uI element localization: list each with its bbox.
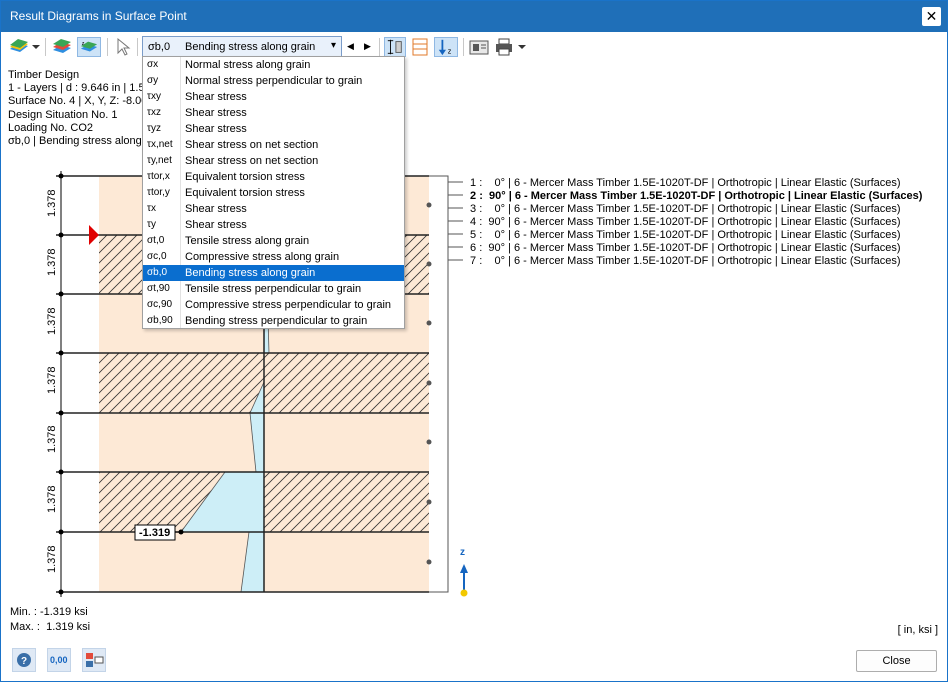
dropdown-item[interactable]: τyz Shear stress: [143, 121, 404, 137]
legend-item: 1 : 0° | 6 - Mercer Mass Timber 1.5E-102…: [467, 177, 901, 189]
item-symbol: τtor,y: [147, 187, 170, 198]
legend-item: 7 : 0° | 6 - Mercer Mass Timber 1.5E-102…: [467, 255, 901, 267]
z-axis-indicator: z: [460, 547, 468, 597]
item-symbol: σx: [147, 59, 159, 70]
item-symbol: τx,net: [147, 139, 173, 150]
dimension-label: 1.378: [46, 545, 58, 573]
dropdown-item[interactable]: σc,0 Compressive stress along grain: [143, 249, 404, 265]
max-label: Max. :: [10, 621, 40, 633]
dropdown-item[interactable]: σc,90 Compressive stress perpendicular to…: [143, 297, 404, 313]
dimension-label: 1.378: [46, 485, 58, 513]
item-symbol: σb,90: [147, 315, 173, 326]
dropdown-item[interactable]: τxy Shear stress: [143, 89, 404, 105]
dimension-label: 1.378: [46, 425, 58, 453]
item-label: Tensile stress along grain: [185, 235, 310, 247]
svg-text:z: z: [460, 547, 465, 558]
units-label: [ in, ksi ]: [897, 624, 938, 636]
decimal-places-button[interactable]: 0,00: [47, 648, 71, 672]
item-symbol: σc,90: [147, 299, 173, 310]
item-symbol: τx: [147, 203, 156, 214]
dropdown-item[interactable]: τxz Shear stress: [143, 105, 404, 121]
item-symbol: σb,0: [147, 267, 168, 278]
item-label: Bending stress along grain: [185, 267, 316, 279]
dropdown-item[interactable]: τx,net Shear stress on net section: [143, 137, 404, 153]
dropdown-item[interactable]: τy,net Shear stress on net section: [143, 153, 404, 169]
item-label: Shear stress: [185, 123, 247, 135]
legend-item: 3 : 0° | 6 - Mercer Mass Timber 1.5E-102…: [467, 203, 901, 215]
dropdown-item[interactable]: σt,90 Tensile stress perpendicular to gra…: [143, 281, 404, 297]
item-label: Tensile stress perpendicular to grain: [185, 283, 362, 295]
help-button[interactable]: ?: [12, 648, 36, 672]
dimension-label: 1.378: [46, 189, 58, 217]
dropdown-item-selected[interactable]: σb,0 Bending stress along grain: [143, 265, 404, 281]
settings-button[interactable]: [82, 648, 106, 672]
dimension-label: 1.378: [46, 248, 58, 276]
item-label: Shear stress: [185, 219, 247, 231]
help-icon: ?: [17, 653, 31, 667]
position-marker-icon: [89, 225, 99, 245]
item-symbol: τyz: [147, 123, 161, 134]
legend-item: 4 : 90° | 6 - Mercer Mass Timber 1.5E-10…: [467, 216, 901, 228]
legend-item-current: 2 : 90° | 6 - Mercer Mass Timber 1.5E-10…: [467, 190, 923, 202]
item-label: Compressive stress perpendicular to grai…: [185, 299, 392, 311]
legend-bracket: [429, 175, 463, 593]
item-label: Normal stress along grain: [185, 59, 311, 71]
max-value: 1.319 ksi: [46, 621, 91, 633]
item-label: Shear stress: [185, 91, 247, 103]
item-label: Compressive stress along grain: [185, 251, 340, 263]
item-label: Shear stress on net section: [185, 155, 319, 167]
item-label: Bending stress perpendicular to grain: [185, 315, 368, 327]
item-symbol: τtor,x: [147, 171, 170, 182]
dimension-label: 1.378: [46, 307, 58, 335]
item-label: Normal stress perpendicular to grain: [185, 75, 363, 87]
result-type-dropdown: σx Normal stress along grain σy Normal str…: [142, 56, 405, 329]
item-symbol: σc,0: [147, 251, 167, 262]
item-label: Equivalent torsion stress: [185, 171, 305, 183]
dropdown-item[interactable]: σt,0 Tensile stress along grain: [143, 233, 404, 249]
item-label: Shear stress: [185, 107, 247, 119]
dialog-window: Result Diagrams in Surface Point ✕ z σb,…: [0, 0, 948, 682]
item-label: Shear stress: [185, 203, 247, 215]
dropdown-item[interactable]: σy Normal stress perpendicular to grain: [143, 73, 404, 89]
item-label: Equivalent torsion stress: [185, 187, 305, 199]
view-settings-icon: [86, 653, 104, 667]
item-symbol: σt,0: [147, 235, 165, 246]
svg-text:-1.319: -1.319: [139, 527, 170, 539]
dropdown-item[interactable]: τx Shear stress: [143, 201, 404, 217]
decimals-icon: 0,00: [50, 655, 68, 665]
dropdown-item[interactable]: σx Normal stress along grain: [143, 57, 404, 73]
svg-text:?: ?: [21, 656, 27, 667]
item-label: Shear stress on net section: [185, 139, 319, 151]
item-symbol: τy: [147, 219, 156, 230]
min-label: Min. :: [10, 606, 37, 618]
dropdown-item[interactable]: τtor,y Equivalent torsion stress: [143, 185, 404, 201]
legend-item: 5 : 0° | 6 - Mercer Mass Timber 1.5E-102…: [467, 229, 901, 241]
min-value: -1.319 ksi: [39, 606, 88, 618]
legend-item: 6 : 90° | 6 - Mercer Mass Timber 1.5E-10…: [467, 242, 901, 254]
dropdown-item[interactable]: σb,90 Bending stress perpendicular to gra…: [143, 313, 404, 329]
item-symbol: σy: [147, 75, 159, 86]
layer-legend: 1 : 0° | 6 - Mercer Mass Timber 1.5E-102…: [467, 177, 922, 268]
dimension-line: [58, 171, 64, 597]
dimension-label: 1.378: [46, 366, 58, 394]
item-symbol: τxz: [147, 107, 161, 118]
min-max-summary: Min. : -1.319 ksi Max. : 1.319 ksi: [10, 605, 90, 635]
close-button[interactable]: Close: [856, 650, 937, 672]
item-symbol: τxy: [147, 91, 161, 102]
dimension-labels: 1.378 1.378 1.378 1.378 1.378 1.378 1.37…: [46, 189, 58, 573]
item-symbol: τy,net: [147, 155, 172, 166]
dropdown-item[interactable]: τtor,x Equivalent torsion stress: [143, 169, 404, 185]
item-symbol: σt,90: [147, 283, 170, 294]
dropdown-item[interactable]: τy Shear stress: [143, 217, 404, 233]
